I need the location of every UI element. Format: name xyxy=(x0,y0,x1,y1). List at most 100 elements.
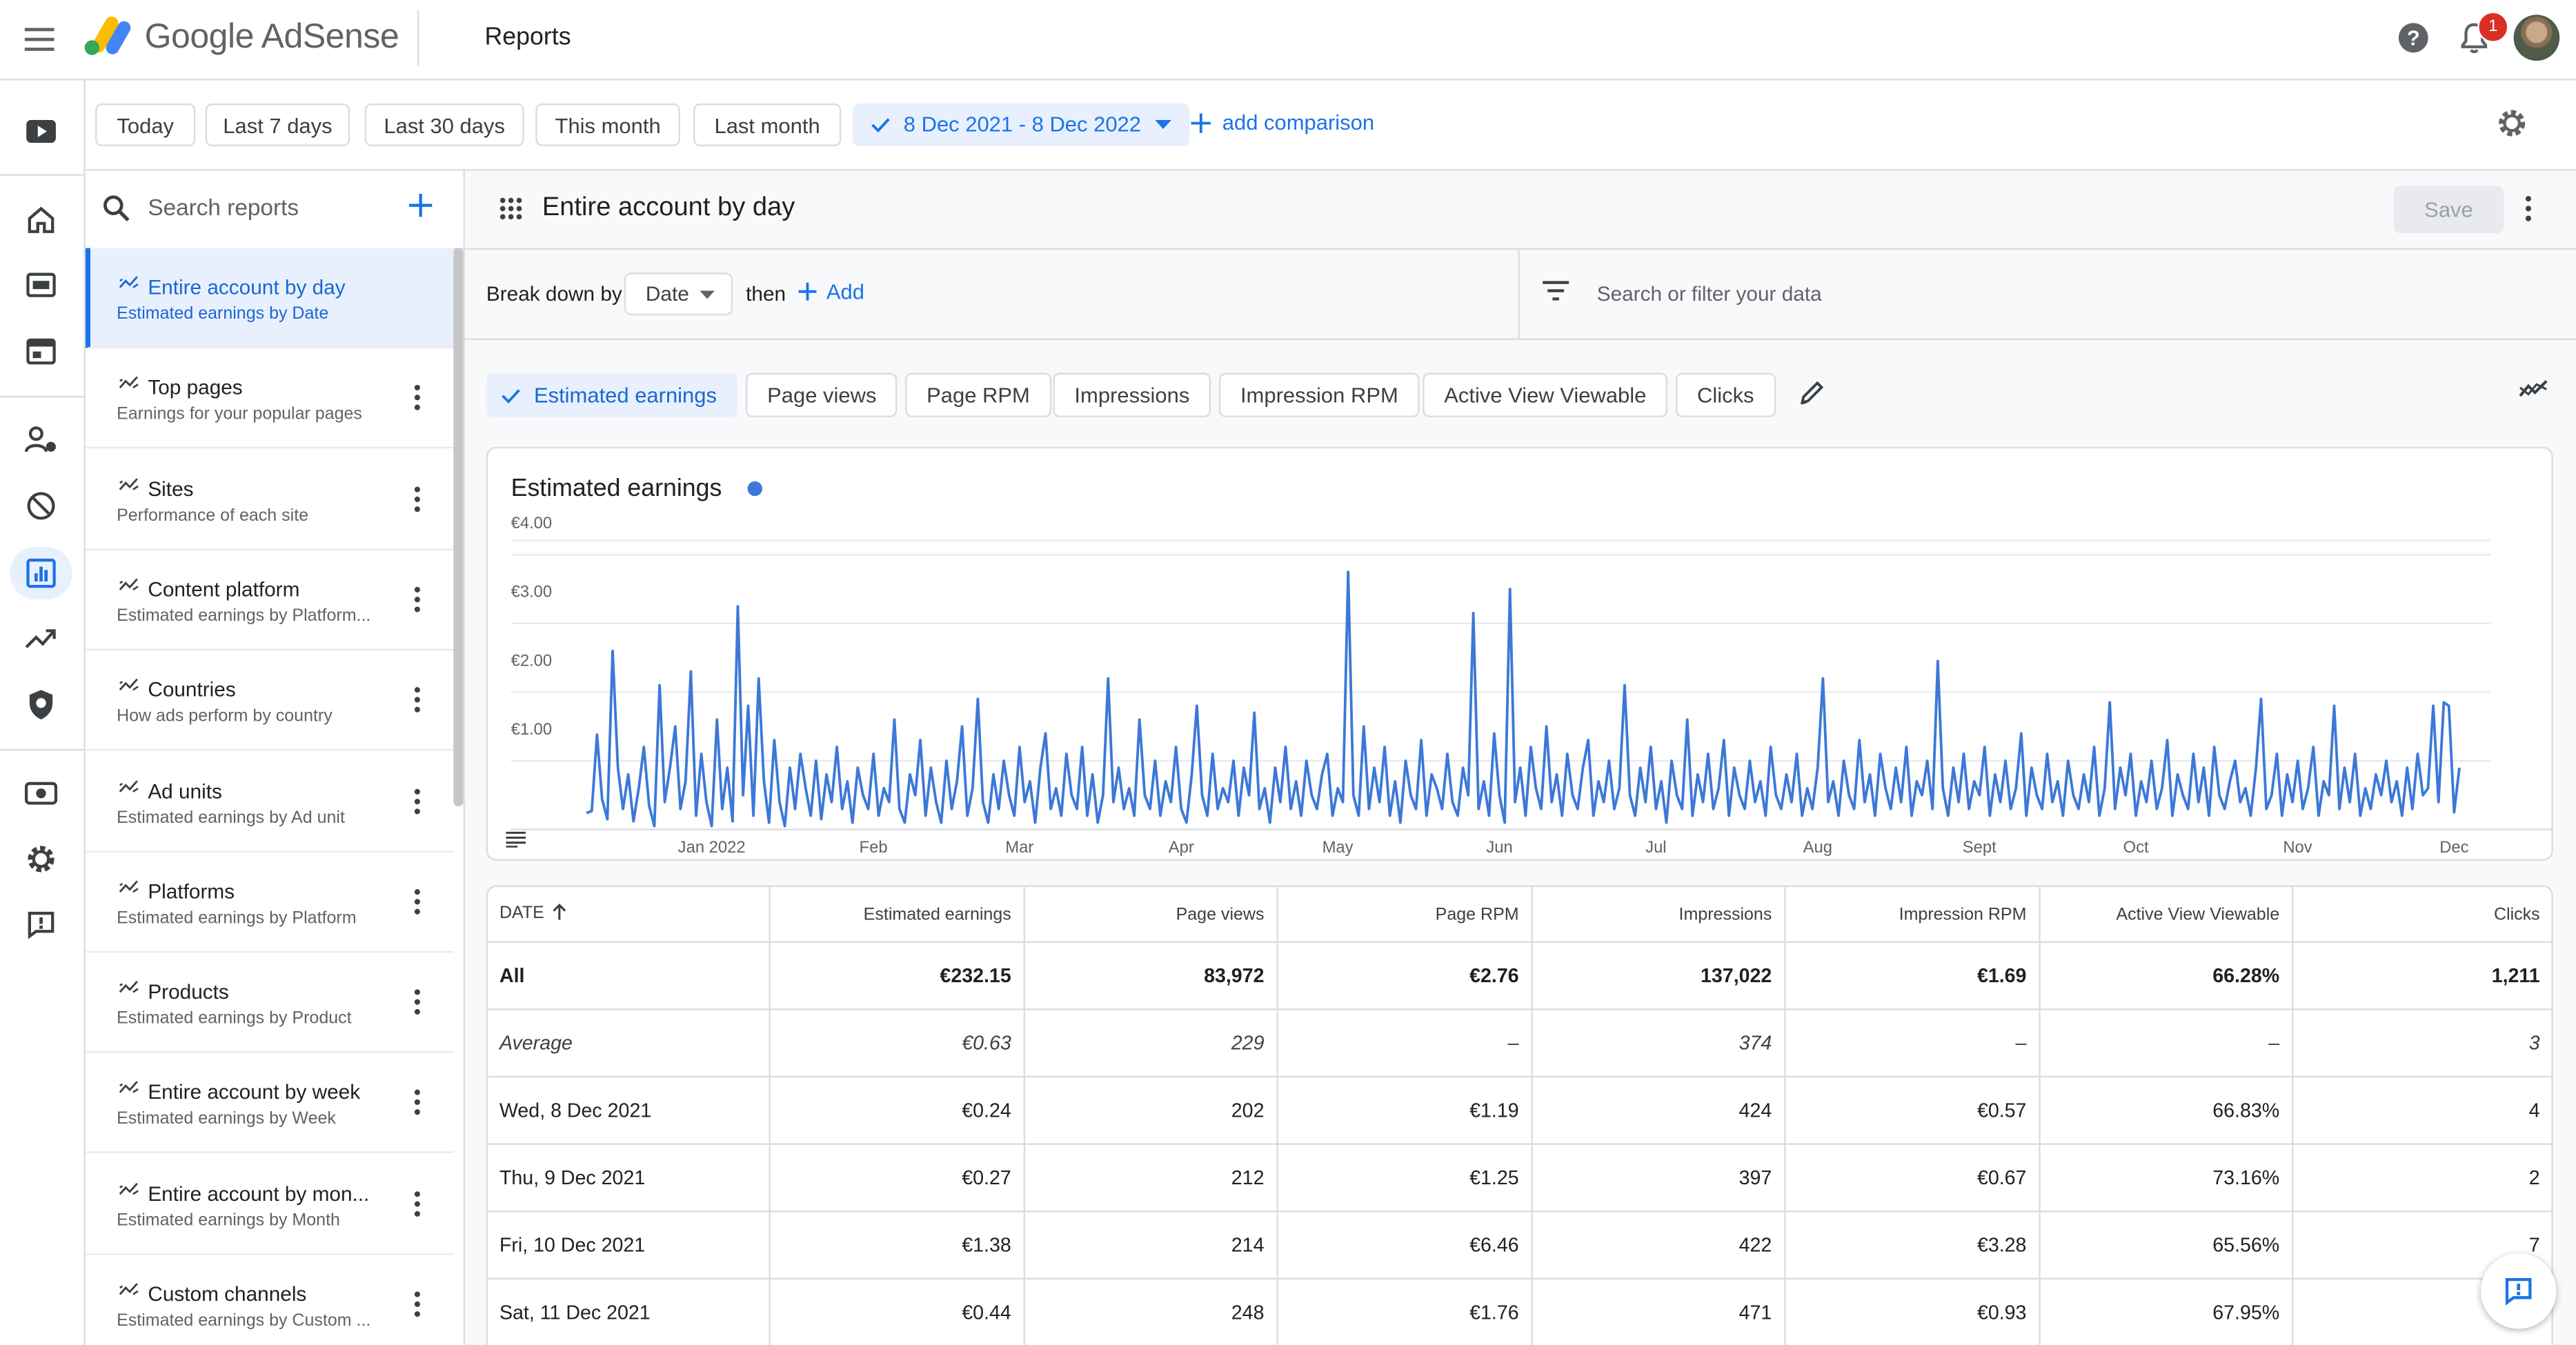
rail-item-optimization[interactable] xyxy=(10,612,72,665)
table-row: Wed, 8 Dec 2021 €0.24 202 €1.19 424 €0.57 66.8… xyxy=(488,1077,2552,1145)
rail-item-payments[interactable] xyxy=(10,767,72,819)
table-cell: – xyxy=(2039,1009,2293,1078)
report-subtitle: Estimated earnings by Platform... xyxy=(117,606,371,626)
preset-last-30-days[interactable]: Last 30 days xyxy=(364,103,524,146)
main-menu-button[interactable] xyxy=(17,17,63,63)
metric-chip-page-rpm[interactable]: Page RPM xyxy=(905,372,1051,417)
report-type-icon xyxy=(118,778,139,795)
rail-item-settings[interactable] xyxy=(10,833,72,885)
rail-item-policy[interactable] xyxy=(10,679,72,731)
column-header-active-view-viewable[interactable]: Active View Viewable xyxy=(2039,886,2293,943)
report-type-icon xyxy=(118,1180,139,1197)
more-options-button[interactable] xyxy=(2525,195,2532,221)
metric-chip-estimated-earnings[interactable]: Estimated earnings xyxy=(486,372,738,417)
metric-chip-impressions[interactable]: Impressions xyxy=(1053,372,1211,417)
preset-today[interactable]: Today xyxy=(95,103,196,146)
search-icon xyxy=(102,194,132,223)
account-avatar[interactable] xyxy=(2513,14,2560,61)
rail-item-youtube[interactable] xyxy=(10,105,72,157)
report-settings-button[interactable] xyxy=(2495,107,2528,140)
totals-row: All €232.15 83,972 €2.76 137,022 €1.69 66.28% 1… xyxy=(488,942,2552,1010)
rail-item-reports[interactable] xyxy=(10,547,72,600)
report-type-icon xyxy=(118,275,139,291)
report-list-item[interactable]: Entire account by week Estimated earnings… xyxy=(85,1053,454,1154)
report-list-item[interactable]: Countries How ads perform by country xyxy=(85,650,454,751)
report-list-item[interactable]: Entire account by day Estimated earnings … xyxy=(85,248,454,348)
report-type-icon xyxy=(118,677,139,694)
add-breakdown-button[interactable]: Add xyxy=(798,279,864,304)
help-button[interactable]: ? xyxy=(2395,20,2431,56)
report-more-options-icon[interactable] xyxy=(414,687,421,713)
metric-chip-active-view-viewable[interactable]: Active View Viewable xyxy=(1423,372,1668,417)
rail-divider xyxy=(0,174,84,176)
edit-metrics-button[interactable] xyxy=(1799,379,1825,406)
trend-line-icon xyxy=(2519,379,2548,399)
chart-type-toggle[interactable] xyxy=(2519,379,2548,399)
report-list-item[interactable]: Ad units Estimated earnings by Ad unit xyxy=(85,751,454,852)
rail-item-blocking[interactable] xyxy=(10,479,72,532)
report-more-options-icon[interactable] xyxy=(414,1190,421,1217)
table-row: Sat, 11 Dec 2021 €0.44 248 €1.76 471 €0.93 67.… xyxy=(488,1278,2552,1345)
column-header-impressions[interactable]: Impressions xyxy=(1531,886,1785,943)
report-more-options-icon[interactable] xyxy=(414,1090,421,1116)
metric-chip-page-views[interactable]: Page views xyxy=(746,372,898,417)
report-more-options-icon[interactable] xyxy=(414,385,421,411)
add-comparison-button[interactable]: add comparison xyxy=(1191,110,1374,134)
rail-item-sites[interactable] xyxy=(10,326,72,378)
report-list-item[interactable]: Content platform Estimated earnings by Pl… xyxy=(85,550,454,650)
report-list-item[interactable]: Custom channels Estimated earnings by Cus… xyxy=(86,1255,453,1345)
rail-item-ads[interactable] xyxy=(10,259,72,312)
send-feedback-button[interactable] xyxy=(2480,1253,2557,1329)
apps-grid-icon[interactable] xyxy=(499,197,522,220)
column-header-page-views[interactable]: Page views xyxy=(1023,886,1278,943)
table-cell: 214 xyxy=(1023,1211,1278,1280)
hamburger-menu-icon xyxy=(24,28,55,51)
table-cell: 471 xyxy=(1531,1278,1785,1345)
metric-chip-clicks[interactable]: Clicks xyxy=(1676,372,1776,417)
preset-this-month[interactable]: This month xyxy=(535,103,680,146)
sites-icon xyxy=(26,338,56,365)
rail-item-privacy[interactable] xyxy=(10,414,72,466)
legend-toggle-icon[interactable] xyxy=(506,831,526,848)
report-more-options-icon[interactable] xyxy=(414,788,421,814)
report-list-item[interactable]: Sites Performance of each site xyxy=(85,450,454,550)
report-more-options-icon[interactable] xyxy=(414,1291,421,1317)
table-cell: 248 xyxy=(1023,1278,1278,1345)
filter-data-input[interactable]: Search or filter your data xyxy=(1597,283,1822,306)
report-list-item[interactable]: Entire account by mon... Estimated earnin… xyxy=(85,1154,454,1255)
column-header-impression-rpm[interactable]: Impression RPM xyxy=(1784,886,2040,943)
y-tick-label: €1.00 xyxy=(511,720,553,739)
report-list-item[interactable]: Platforms Estimated earnings by Platform xyxy=(85,852,454,953)
date-range-selector[interactable]: 8 Dec 2021 - 8 Dec 2022 xyxy=(852,103,1189,146)
preset-last-7-days[interactable]: Last 7 days xyxy=(205,103,350,146)
table-cell: 137,022 xyxy=(1531,942,1785,1010)
search-reports-input[interactable]: Search reports xyxy=(148,194,299,220)
rail-item-feedback[interactable] xyxy=(10,899,72,951)
report-list-item[interactable]: Top pages Earnings for your popular pages xyxy=(85,349,454,449)
report-list-item[interactable]: Products Estimated earnings by Product xyxy=(85,953,454,1053)
report-more-options-icon[interactable] xyxy=(414,586,421,612)
column-header-date[interactable]: DATE xyxy=(488,886,770,943)
header-divider xyxy=(417,10,419,66)
breakdown-select[interactable]: Date xyxy=(624,272,733,316)
svg-text:?: ? xyxy=(2407,26,2420,50)
rail-item-home[interactable] xyxy=(10,194,72,246)
report-more-options-icon[interactable] xyxy=(414,486,421,512)
metric-chip-impression-rpm[interactable]: Impression RPM xyxy=(1218,372,1420,417)
column-header-clicks[interactable]: Clicks xyxy=(2292,886,2552,943)
report-more-options-icon[interactable] xyxy=(414,989,421,1015)
notification-count-badge: 1 xyxy=(2477,11,2509,43)
report-title: Entire account by day xyxy=(148,276,346,299)
add-report-button[interactable] xyxy=(408,192,434,219)
column-header-page-rpm[interactable]: Page RPM xyxy=(1276,886,1532,943)
report-more-options-icon[interactable] xyxy=(414,888,421,915)
column-header-estimated-earnings[interactable]: Estimated earnings xyxy=(769,886,1024,943)
preset-last-month[interactable]: Last month xyxy=(693,103,842,146)
table-cell: 424 xyxy=(1531,1077,1785,1145)
x-tick-label: Oct xyxy=(2123,838,2149,857)
save-button[interactable]: Save xyxy=(2393,186,2504,234)
y-tick-label: €3.00 xyxy=(511,583,553,601)
estimated-earnings-series-line[interactable] xyxy=(586,570,2461,828)
report-table-card: DATE Estimated earnings Page views Page … xyxy=(486,885,2553,1345)
report-list-scrollbar[interactable] xyxy=(453,248,464,807)
